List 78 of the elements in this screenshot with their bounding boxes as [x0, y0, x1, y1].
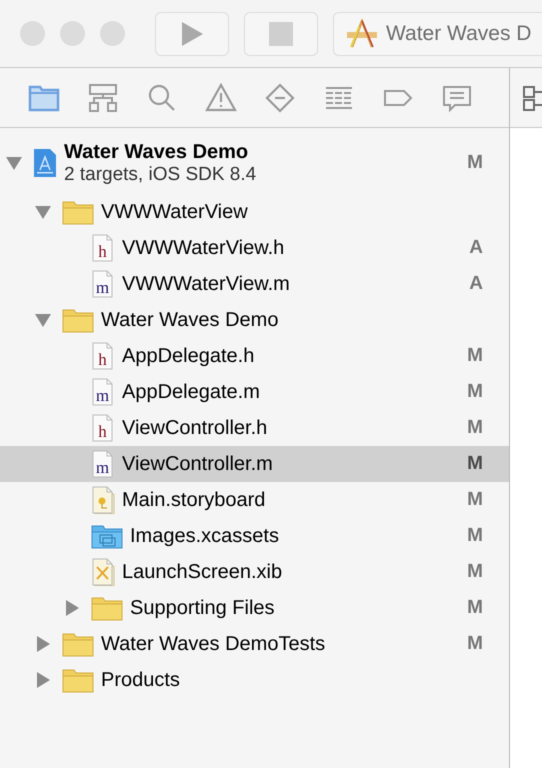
warning-icon — [205, 82, 237, 114]
asset-catalog-icon — [91, 523, 123, 549]
project-name: Water Waves Demo — [64, 140, 250, 164]
source-control-status: M — [467, 150, 483, 175]
header-file-icon: h — [91, 342, 115, 370]
source-control-status: M — [467, 524, 483, 548]
source-file-icon: m — [91, 270, 115, 298]
navigator-row[interactable]: Water Waves DemoTests M — [0, 626, 509, 662]
navigator-row[interactable]: LaunchScreen.xib M — [0, 554, 509, 590]
navigator-row[interactable]: Supporting Files M — [0, 590, 509, 626]
disclosure-triangle[interactable] — [34, 203, 52, 221]
disclosure-triangle[interactable] — [34, 311, 52, 329]
navigator-tab[interactable] — [264, 82, 296, 114]
stop-button[interactable] — [244, 12, 318, 56]
file-name: AppDelegate.m — [122, 380, 260, 405]
folder-icon — [62, 199, 94, 225]
stop-icon — [269, 22, 293, 46]
navigator-row[interactable]: h ViewController.h M — [0, 410, 509, 446]
disclosure-triangle[interactable] — [5, 154, 23, 172]
navigator-row[interactable]: h AppDelegate.h M — [0, 338, 509, 374]
folder-icon — [91, 595, 123, 621]
file-name: VWWWaterView — [101, 200, 248, 225]
interface-file-icon — [91, 558, 115, 586]
header-file-icon: h — [91, 234, 115, 262]
file-name: Water Waves DemoTests — [101, 632, 326, 657]
folder-icon — [62, 667, 94, 693]
file-name: Water Waves Demo — [101, 308, 278, 333]
file-name: ViewController.m — [122, 452, 273, 477]
source-control-status: M — [467, 416, 483, 440]
navigator-row[interactable]: m ViewController.m M — [0, 446, 509, 482]
source-control-status: A — [469, 236, 483, 260]
file-name: Images.xcassets — [130, 524, 279, 549]
navigator-row[interactable]: Images.xcassets M — [0, 518, 509, 554]
project-icon — [33, 148, 57, 178]
file-name: Products — [101, 668, 180, 693]
source-control-status: A — [469, 272, 483, 296]
disclosure-triangle[interactable] — [34, 671, 52, 689]
navigator-row[interactable]: VWWWaterView — [0, 194, 509, 230]
source-control-status: M — [467, 488, 483, 512]
disclosure-triangle[interactable] — [63, 599, 81, 617]
navigator-row[interactable]: Main.storyboard M — [0, 482, 509, 518]
file-name: Supporting Files — [130, 596, 275, 621]
header-file-icon: h — [91, 414, 115, 442]
grid-icon[interactable] — [522, 84, 542, 112]
file-name: AppDelegate.h — [122, 344, 254, 369]
scheme-name: Water Waves D — [386, 20, 532, 47]
navigator-row[interactable]: h VWWWaterView.h A — [0, 230, 509, 266]
source-control-status: M — [467, 596, 483, 620]
navigator-row[interactable]: Products — [0, 662, 509, 698]
source-control-status: M — [467, 344, 483, 368]
file-name: ViewController.h — [122, 416, 268, 441]
file-name: Main.storyboard — [122, 488, 266, 513]
source-control-status: M — [467, 560, 483, 584]
navigator-row[interactable]: m VWWWaterView.m A — [0, 266, 509, 302]
source-control-status: M — [467, 452, 483, 476]
folder-icon — [62, 307, 94, 333]
play-icon — [180, 20, 204, 46]
navigator-row[interactable]: m AppDelegate.m M — [0, 374, 509, 410]
app-icon — [346, 18, 378, 48]
source-control-status: M — [467, 380, 483, 404]
project-subtitle: 2 targets, iOS SDK 8.4 — [64, 164, 256, 186]
hierarchy-icon — [87, 82, 119, 114]
storyboard-file-icon — [91, 486, 115, 514]
navigator-tab[interactable] — [87, 82, 119, 114]
source-control-status: M — [467, 632, 483, 656]
navigator-row[interactable]: Water Waves Demo 2 targets, iOS SDK 8.4 M — [0, 132, 509, 194]
source-file-icon: m — [91, 378, 115, 406]
navigator-row[interactable]: Water Waves Demo — [0, 302, 509, 338]
disclosure-triangle[interactable] — [34, 635, 52, 653]
scheme-selector[interactable]: Water Waves D — [333, 12, 542, 56]
source-file-icon: m — [91, 450, 115, 478]
file-name: VWWWaterView.m — [122, 272, 290, 297]
file-name: LaunchScreen.xib — [122, 560, 282, 585]
folder-icon — [62, 631, 94, 657]
run-button[interactable] — [155, 12, 229, 56]
diamond-icon — [264, 82, 296, 114]
navigator-tab[interactable] — [205, 82, 237, 114]
file-name: VWWWaterView.h — [122, 236, 284, 261]
